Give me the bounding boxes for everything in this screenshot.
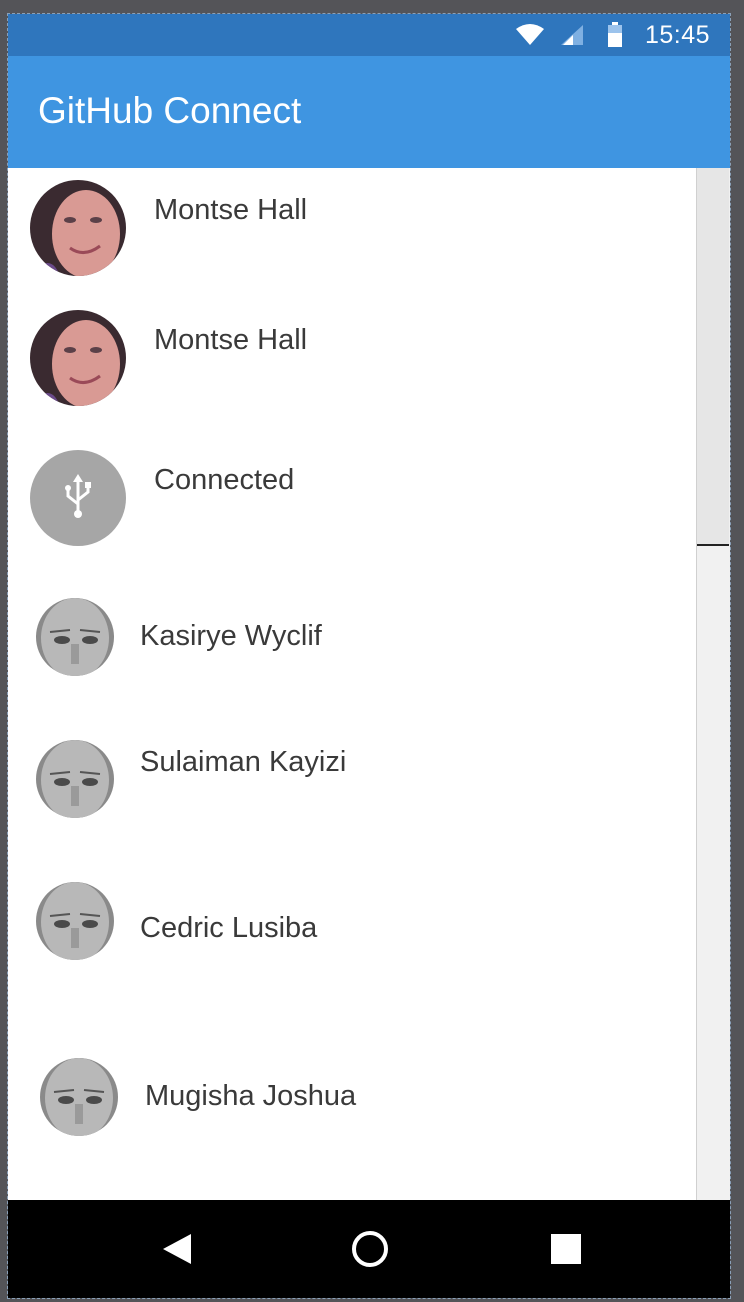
user-list[interactable]: Montse Hall Montse Hall Connected Kasiry… (8, 168, 696, 1200)
list-item-name: Kasirye Wyclif (140, 620, 322, 652)
list-item-name: Connected (154, 464, 295, 496)
list-item-name: Cedric Lusiba (140, 912, 318, 944)
avatar (30, 310, 126, 406)
wifi-icon (515, 23, 545, 47)
list-item[interactable]: Mugisha Joshua (8, 1008, 696, 1188)
recents-icon[interactable] (516, 1200, 616, 1298)
avatar (36, 882, 114, 960)
battery-icon (607, 22, 623, 48)
avatar (36, 598, 114, 676)
list-item-name: Montse Hall (154, 324, 308, 356)
back-icon[interactable] (126, 1200, 226, 1298)
avatar (30, 180, 126, 276)
signal-icon (559, 23, 585, 47)
list-item[interactable]: Connected (8, 438, 696, 578)
scrollbar[interactable] (696, 168, 730, 1200)
phone-screen: 15:45 GitHub Connect Montse Hall Montse … (7, 13, 731, 1299)
list-item-name: Sulaiman Kayizi (140, 746, 347, 778)
scrollbar-thumb[interactable] (697, 168, 729, 546)
list-item[interactable]: Kasirye Wyclif (8, 578, 696, 718)
list-item[interactable]: Sulaiman Kayizi (8, 718, 696, 858)
home-icon[interactable] (320, 1200, 420, 1298)
navigation-bar (8, 1200, 730, 1298)
status-bar: 15:45 (8, 14, 730, 56)
list-item-name: Mugisha Joshua (145, 1080, 357, 1112)
list-item[interactable]: Montse Hall (8, 168, 696, 298)
app-title: GitHub Connect (38, 90, 302, 131)
list-item[interactable]: Montse Hall (8, 298, 696, 438)
usb-icon (30, 450, 126, 546)
list-item-name: Montse Hall (154, 194, 308, 226)
app-bar: GitHub Connect (8, 56, 730, 168)
status-time: 15:45 (644, 20, 710, 49)
avatar (40, 1058, 118, 1136)
list-item[interactable]: Cedric Lusiba (8, 858, 696, 1008)
avatar (36, 740, 114, 818)
